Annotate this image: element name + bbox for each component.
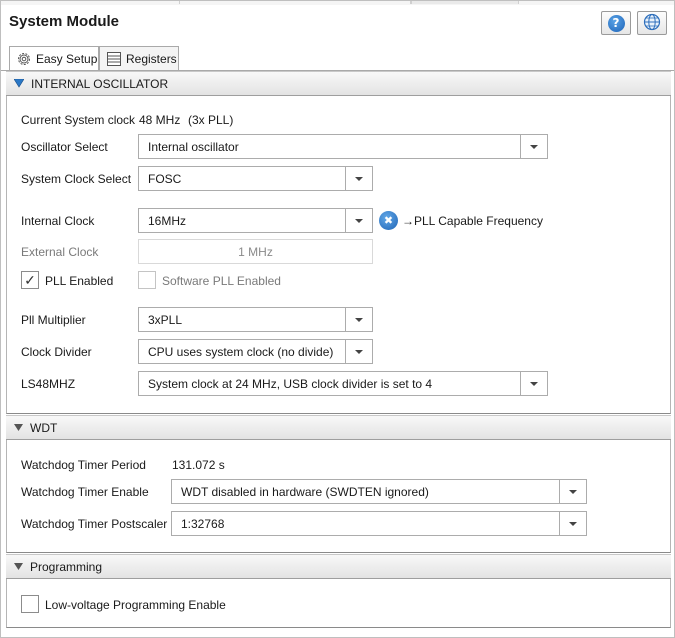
wdt-postscaler-dropdown[interactable]: 1:32768 [171, 511, 587, 536]
section-title: WDT [30, 420, 58, 435]
section-header-wdt[interactable]: WDT [6, 415, 671, 440]
dropdown-button[interactable] [345, 167, 372, 190]
lvp-checkbox[interactable] [21, 595, 39, 613]
external-clock-field[interactable]: 1 MHz [138, 239, 373, 264]
registers-icon [106, 51, 122, 67]
dropdown-value: Internal oscillator [148, 140, 239, 154]
pll-enabled-label: PLL Enabled [45, 274, 114, 288]
current-clock-label: Current System clock [21, 113, 136, 127]
chevron-down-icon [569, 489, 577, 494]
chevron-down-icon [569, 521, 577, 526]
dropdown-value: System clock at 24 MHz, USB clock divide… [148, 377, 433, 391]
pll-multiplier-dropdown[interactable]: 3xPLL [138, 307, 373, 332]
internal-clock-label: Internal Clock [21, 214, 95, 228]
wdt-enable-dropdown[interactable]: WDT disabled in hardware (SWDTEN ignored… [171, 479, 587, 504]
dropdown-value: FOSC [148, 172, 182, 186]
top-tab-segment [411, 1, 519, 4]
dropdown-button[interactable] [345, 209, 372, 232]
chevron-down-icon [530, 381, 538, 386]
section-body-internal-oscillator: Current System clock 48 MHz (3x PLL) Osc… [6, 96, 671, 414]
section-title: Programming [30, 559, 103, 574]
dropdown-button[interactable] [345, 340, 372, 363]
wdt-enable-label: Watchdog Timer Enable [21, 485, 149, 499]
tab-label: Registers [126, 51, 177, 66]
oscillator-select-dropdown[interactable]: Internal oscillator [138, 134, 548, 159]
help-button[interactable]: ? [601, 11, 631, 35]
dropdown-value: WDT disabled in hardware (SWDTEN ignored… [181, 485, 429, 499]
section-header-internal-oscillator[interactable]: INTERNAL OSCILLATOR [6, 71, 671, 96]
lvp-label: Low-voltage Programming Enable [45, 598, 226, 612]
ls48mhz-label: LS48MHZ [21, 377, 76, 391]
system-clock-select-dropdown[interactable]: FOSC [138, 166, 373, 191]
section-title: INTERNAL OSCILLATOR [31, 76, 169, 91]
collapse-arrow-icon [14, 423, 23, 432]
clock-divider-label: Clock Divider [21, 345, 92, 359]
current-clock-value: 48 MHz [139, 113, 181, 127]
tab-easy-setup[interactable]: Easy Setup [9, 46, 99, 71]
dropdown-button[interactable] [520, 372, 547, 395]
dropdown-value: CPU uses system clock (no divide) [148, 345, 334, 359]
x-circle-icon[interactable]: ✖ [379, 211, 398, 230]
wdt-period-label: Watchdog Timer Period [21, 458, 146, 472]
system-module-panel: System Module ? Easy Setup Registers INT… [0, 0, 675, 638]
collapse-arrow-icon [14, 562, 23, 571]
software-pll-label: Software PLL Enabled [162, 274, 281, 288]
external-clock-label: External Clock [21, 245, 99, 259]
pll-enabled-checkbox[interactable]: ✓ [21, 271, 39, 289]
dropdown-button[interactable] [559, 480, 586, 503]
dropdown-button[interactable] [520, 135, 547, 158]
pll-multiplier-label: Pll Multiplier [21, 313, 86, 327]
section-body-programming: Low-voltage Programming Enable [6, 579, 671, 628]
system-clock-select-label: System Clock Select [21, 172, 132, 186]
checkmark-icon: ✓ [24, 272, 36, 288]
oscillator-select-label: Oscillator Select [21, 140, 108, 154]
top-tab-segment [179, 1, 411, 4]
globe-button[interactable] [637, 11, 667, 35]
clock-divider-dropdown[interactable]: CPU uses system clock (no divide) [138, 339, 373, 364]
chevron-down-icon [355, 349, 363, 354]
software-pll-checkbox[interactable] [138, 271, 156, 289]
panel-title: System Module [9, 13, 120, 30]
tab-label: Easy Setup [36, 52, 98, 66]
wdt-period-value: 131.072 s [172, 458, 225, 472]
chevron-down-icon [530, 144, 538, 149]
tab-registers[interactable]: Registers [99, 46, 179, 70]
dropdown-value: 16MHz [148, 214, 187, 228]
chevron-down-icon [355, 218, 363, 223]
ls48mhz-dropdown[interactable]: System clock at 24 MHz, USB clock divide… [138, 371, 548, 396]
section-body-wdt: Watchdog Timer Period 131.072 s Watchdog… [6, 440, 671, 553]
dropdown-value: 1:32768 [181, 517, 225, 531]
gear-icon [16, 51, 32, 67]
chevron-down-icon [355, 317, 363, 322]
dropdown-value: 3xPLL [148, 313, 183, 327]
help-icon: ? [607, 14, 625, 32]
section-header-programming[interactable]: Programming [6, 554, 671, 579]
globe-icon [643, 13, 661, 34]
collapse-arrow-icon [14, 79, 24, 88]
dropdown-button[interactable] [345, 308, 372, 331]
chevron-down-icon [355, 176, 363, 181]
top-tab-strip [1, 1, 674, 5]
dropdown-button[interactable] [559, 512, 586, 535]
current-clock-note: (3x PLL) [188, 113, 234, 127]
wdt-postscaler-label: Watchdog Timer Postscaler [21, 517, 168, 531]
pll-capable-hint: →PLL Capable Frequency [402, 214, 543, 228]
internal-clock-dropdown[interactable]: 16MHz [138, 208, 373, 233]
